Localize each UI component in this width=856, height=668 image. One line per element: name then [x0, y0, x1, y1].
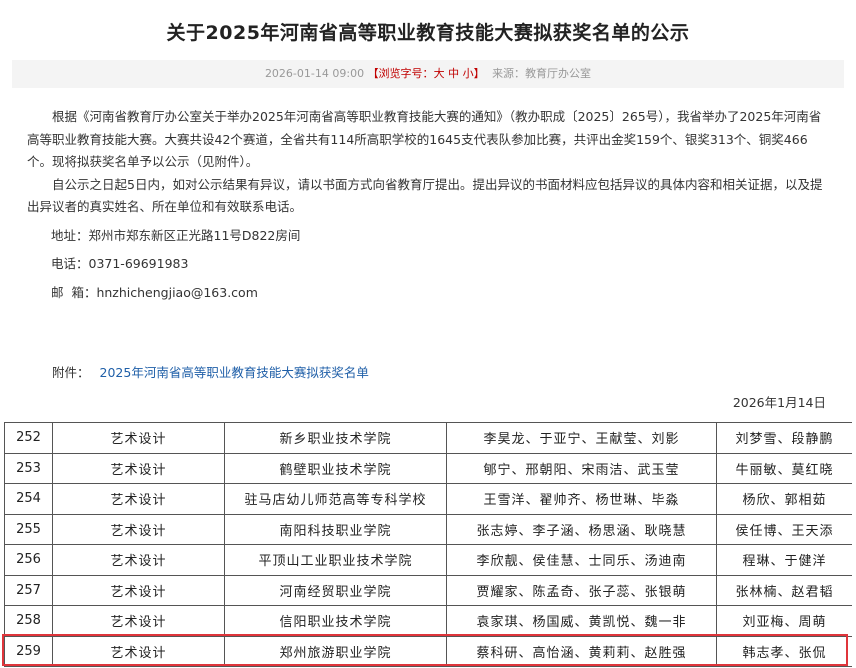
- cell-advisors: 张林楠、赵君韬: [716, 574, 852, 606]
- font-size-medium-button[interactable]: 中: [448, 67, 459, 80]
- table-row: 254 艺术设计 驻马店幼儿师范高等专科学校 王雪洋、翟帅齐、杨世琳、毕淼 杨欣、郭相茹: [4, 483, 852, 515]
- cell-number: 257: [4, 574, 53, 606]
- cell-members: 郇宁、邢朝阳、宋雨洁、武玉莹: [446, 452, 717, 484]
- font-size-small-button[interactable]: 小: [463, 67, 474, 80]
- cell-school: 鹤壁职业技术学院: [224, 452, 447, 484]
- cell-track: 艺术设计: [52, 574, 225, 606]
- cell-track: 艺术设计: [52, 605, 225, 637]
- cell-members: 李昊龙、于亚宁、王献莹、刘影: [446, 422, 717, 454]
- cell-school: 南阳科技职业学院: [224, 513, 447, 545]
- cell-number: 253: [4, 452, 53, 484]
- cell-members: 张志婷、李子涵、杨思涵、耿晓慧: [446, 513, 717, 545]
- font-size-large-button[interactable]: 大: [434, 67, 445, 80]
- contact-phone: 电话：0371-69691983: [51, 256, 189, 271]
- publish-datetime: 2026-01-14 09:00: [264, 67, 365, 80]
- table-row: 257 艺术设计 河南经贸职业学院 贾耀家、陈孟奇、张子蕊、张银萌 张林楠、赵君韬: [4, 574, 852, 606]
- cell-advisors: 杨欣、郭相茹: [716, 483, 852, 515]
- cell-members: 袁家琪、杨国威、黄凯悦、魏一非: [446, 605, 717, 637]
- award-table: 252 艺术设计 新乡职业技术学院 李昊龙、于亚宁、王献莹、刘影 刘梦雪、段静鹏 253 艺…: [4, 422, 852, 667]
- cell-school: 郑州旅游职业学院: [224, 635, 447, 667]
- table-row: 259 艺术设计 郑州旅游职业学院 蔡科研、高怡涵、黄莉莉、赵胜强 韩志孝、张侃: [4, 635, 852, 667]
- cell-track: 艺术设计: [52, 452, 225, 484]
- cell-track: 艺术设计: [52, 544, 225, 576]
- article-body: 根据《河南省教育厅办公室关于举办2025年河南省高等职业教育技能大赛的通知》（教…: [27, 106, 830, 304]
- font-size-suffix: 】: [473, 67, 485, 80]
- cell-school: 新乡职业技术学院: [224, 422, 447, 454]
- cell-members: 贾耀家、陈孟奇、张子蕊、张银萌: [446, 574, 717, 606]
- contact-email: 邮 箱：hnzhichengjiao@163.com: [51, 284, 258, 300]
- table-row: 258 艺术设计 信阳职业技术学院 袁家琪、杨国威、黄凯悦、魏一非 刘亚梅、周萌: [4, 605, 852, 637]
- cell-number: 255: [4, 513, 53, 545]
- font-size-control: 【浏览字号：大 中 小】: [368, 67, 485, 80]
- cell-school: 河南经贸职业学院: [224, 574, 447, 606]
- table-row: 256 艺术设计 平顶山工业职业技术学院 李欣靓、侯佳慧、士同乐、汤迪南 程琳、于健洋: [4, 544, 852, 576]
- cell-track: 艺术设计: [52, 513, 225, 545]
- table-row: 253 艺术设计 鹤壁职业技术学院 郇宁、邢朝阳、宋雨洁、武玉莹 牛丽敏、莫红晓: [4, 452, 852, 484]
- table-row: 255 艺术设计 南阳科技职业学院 张志婷、李子涵、杨思涵、耿晓慧 侯任博、王天添: [4, 513, 852, 545]
- announcement-date: 2026年1月14日: [732, 395, 826, 410]
- cell-school: 平顶山工业职业技术学院: [224, 544, 447, 576]
- article-meta-bar: 2026-01-14 09:00 【浏览字号：大 中 小】 来源：教育厅办公室: [12, 60, 844, 88]
- attachment-label: 附件：: [52, 365, 90, 380]
- cell-members: 王雪洋、翟帅齐、杨世琳、毕淼: [446, 483, 717, 515]
- contact-address: 地址：郑州市郑东新区正光路11号D822房间: [51, 227, 301, 243]
- source-value: 教育厅办公室: [525, 67, 592, 80]
- attachment-line: 附件： 2025年河南省高等职业教育技能大赛拟获奖名单: [52, 362, 369, 381]
- cell-advisors: 韩志孝、张侃: [716, 635, 852, 667]
- source-label: 来源：: [492, 67, 526, 80]
- cell-advisors: 刘亚梅、周萌: [716, 605, 852, 637]
- cell-number: 252: [4, 422, 53, 454]
- cell-school: 信阳职业技术学院: [224, 605, 447, 637]
- cell-members: 蔡科研、高怡涵、黄莉莉、赵胜强: [446, 635, 717, 667]
- page-title: 关于2025年河南省高等职业教育技能大赛拟获奖名单的公示: [166, 22, 690, 44]
- cell-advisors: 程琳、于健洋: [716, 544, 852, 576]
- cell-track: 艺术设计: [52, 422, 225, 454]
- cell-members: 李欣靓、侯佳慧、士同乐、汤迪南: [446, 544, 717, 576]
- body-paragraph-2: 自公示之日起5日内，如对公示结果有异议，请以书面方式向省教育厅提出。提出异议的书…: [27, 176, 823, 215]
- cell-number: 254: [4, 483, 53, 515]
- cell-track: 艺术设计: [52, 635, 225, 667]
- cell-advisors: 刘梦雪、段静鹏: [716, 422, 852, 454]
- table-row: 252 艺术设计 新乡职业技术学院 李昊龙、于亚宁、王献莹、刘影 刘梦雪、段静鹏: [4, 422, 852, 454]
- award-table-viewport[interactable]: 252 艺术设计 新乡职业技术学院 李昊龙、于亚宁、王献莹、刘影 刘梦雪、段静鹏 253 艺…: [4, 422, 852, 668]
- cell-number: 256: [4, 544, 53, 576]
- cell-advisors: 牛丽敏、莫红晓: [716, 452, 852, 484]
- cell-school: 驻马店幼儿师范高等专科学校: [224, 483, 447, 515]
- attachment-link[interactable]: 2025年河南省高等职业教育技能大赛拟获奖名单: [100, 365, 369, 380]
- cell-track: 艺术设计: [52, 483, 225, 515]
- cell-number: 259: [4, 635, 53, 667]
- cell-advisors: 侯任博、王天添: [716, 513, 852, 545]
- cell-number: 258: [4, 605, 53, 637]
- body-paragraph-1: 根据《河南省教育厅办公室关于举办2025年河南省高等职业教育技能大赛的通知》（教…: [27, 109, 822, 169]
- font-size-prefix: 【浏览字号：: [367, 67, 434, 80]
